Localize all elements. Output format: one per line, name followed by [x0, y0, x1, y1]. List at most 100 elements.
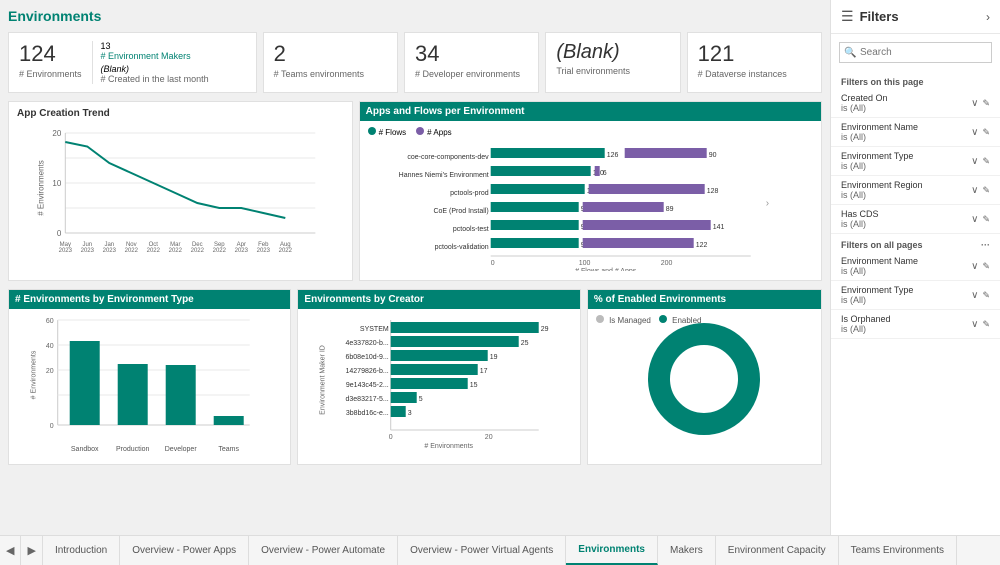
svg-text:Production: Production	[116, 446, 150, 453]
filter-search-area: 🔍	[839, 42, 992, 63]
app-trend-chart: 20 10 0 May 2023 Jun 2023 Jan 2023 Nov 2…	[17, 123, 344, 253]
filter-chevron-icon-2[interactable]: ∨	[971, 127, 978, 138]
svg-text:20: 20	[52, 129, 61, 138]
filter-all-env-type-label: Environment Type	[841, 285, 913, 295]
env-type-title: # Environments by Environment Type	[9, 290, 290, 309]
tab-overview-power-apps[interactable]: Overview - Power Apps	[120, 536, 249, 565]
kpi-card-trial: (Blank) Trial environments	[545, 32, 680, 93]
kpi-label-environments: # Environments	[19, 69, 82, 79]
donut-chart: — 124 (100%)	[644, 319, 764, 439]
filter-edit-icon-3[interactable]: ✎	[982, 156, 990, 167]
filter-chevron-icon-8[interactable]: ∨	[971, 319, 978, 330]
svg-text:2023: 2023	[103, 248, 117, 253]
svg-text:›: ›	[765, 198, 768, 209]
svg-text:2022: 2022	[169, 248, 183, 253]
filter-chevron-icon-5[interactable]: ∨	[971, 214, 978, 225]
svg-text:3b8bd16c-e...: 3b8bd16c-e...	[346, 410, 389, 417]
filter-edit-icon-4[interactable]: ✎	[982, 185, 990, 196]
tab-overview-power-automate[interactable]: Overview - Power Automate	[249, 536, 398, 565]
tab-overview-power-virtual-agents[interactable]: Overview - Power Virtual Agents	[398, 536, 566, 565]
all-pages-menu-icon[interactable]: ···	[981, 240, 990, 250]
filter-header: ☰ Filters ›	[831, 0, 1000, 34]
kpi-card-developer: 34 # Developer environments	[404, 32, 539, 93]
filter-edit-icon-2[interactable]: ✎	[982, 127, 990, 138]
kpi-sub-blank-label: # Created in the last month	[101, 74, 209, 84]
svg-text:pctools-test: pctools-test	[453, 226, 489, 233]
filter-has-cds-sub: is (All)	[841, 219, 879, 229]
svg-text:# Environments: # Environments	[36, 160, 45, 216]
svg-text:60: 60	[46, 318, 54, 325]
filter-edit-icon-6[interactable]: ✎	[982, 261, 990, 272]
svg-text:128: 128	[706, 188, 718, 195]
svg-text:20: 20	[485, 434, 493, 441]
tab-environment-capacity[interactable]: Environment Capacity	[716, 536, 839, 565]
tab-prev-button[interactable]: ◀	[0, 536, 21, 565]
legend-flows: # Flows	[379, 128, 407, 137]
kpi-label-teams: # Teams environments	[274, 69, 387, 79]
filter-edit-icon-5[interactable]: ✎	[982, 214, 990, 225]
kpi-number-environments: 124	[19, 41, 82, 67]
tab-teams-environments[interactable]: Teams Environments	[839, 536, 957, 565]
svg-text:# Environments: # Environments	[425, 443, 474, 450]
svg-text:89: 89	[665, 206, 673, 213]
search-input[interactable]	[839, 42, 992, 63]
svg-text:2023: 2023	[81, 248, 95, 253]
svg-text:17: 17	[480, 368, 488, 375]
filter-has-cds: Has CDS is (All) ∨ ✎	[831, 205, 1000, 234]
svg-text:29: 29	[541, 326, 549, 333]
svg-text:coe-core-components-dev: coe-core-components-dev	[407, 154, 489, 161]
filter-is-orphaned: Is Orphaned is (All) ∨ ✎	[831, 310, 1000, 339]
svg-text:90: 90	[708, 152, 716, 159]
kpi-label-developer: # Developer environments	[415, 69, 528, 79]
filter-edit-icon-1[interactable]: ✎	[982, 98, 990, 109]
svg-text:4e337820-b...: 4e337820-b...	[346, 340, 389, 347]
filter-all-env-type-sub: is (All)	[841, 295, 913, 305]
svg-text:d3e83217-5...: d3e83217-5...	[346, 396, 389, 403]
kpi-sub-makers-num: 13	[101, 41, 111, 51]
svg-text:# Environments: # Environments	[31, 350, 38, 399]
filter-chevron-icon-1[interactable]: ∨	[971, 98, 978, 109]
tab-introduction[interactable]: Introduction	[43, 536, 120, 565]
dashboard: Environments 124 # Environments 13# Envi…	[0, 0, 830, 535]
apps-flows-chart: coe-core-components-dev Hannes Niemi's E…	[368, 141, 813, 271]
filter-env-region: Environment Region is (All) ∨ ✎	[831, 176, 1000, 205]
svg-text:Developer: Developer	[165, 446, 198, 453]
filter-chevron-icon-4[interactable]: ∨	[971, 185, 978, 196]
filter-all-env-name-label: Environment Name	[841, 256, 918, 266]
svg-text:19: 19	[490, 354, 498, 361]
svg-text:0: 0	[490, 260, 494, 267]
svg-text:14279826-b...: 14279826-b...	[346, 368, 389, 375]
kpi-sub-blank: (Blank)	[101, 64, 130, 74]
svg-text:Hannes Niemi's Environment: Hannes Niemi's Environment	[398, 172, 488, 179]
svg-text:Environment Maker ID: Environment Maker ID	[320, 345, 327, 415]
pct-enabled-card: % of Enabled Environments Is Managed Ena…	[587, 289, 822, 465]
filter-created-on-sub: is (All)	[841, 103, 888, 113]
filter-edit-icon-7[interactable]: ✎	[982, 290, 990, 301]
kpi-sub-makers-link[interactable]: # Environment Makers	[101, 51, 191, 61]
svg-text:3: 3	[408, 410, 412, 417]
kpi-label-dataverse: # Dataverse instances	[698, 69, 811, 79]
kpi-number-teams: 2	[274, 41, 387, 67]
filter-chevron-icon-6[interactable]: ∨	[971, 261, 978, 272]
filter-all-env-type: Environment Type is (All) ∨ ✎	[831, 281, 1000, 310]
app-trend-title: App Creation Trend	[17, 108, 344, 119]
svg-text:2022: 2022	[125, 248, 139, 253]
filter-chevron-icon-3[interactable]: ∨	[971, 156, 978, 167]
page-filters-label: Filters on this page	[831, 71, 1000, 89]
filter-env-name-label: Environment Name	[841, 122, 918, 132]
pct-enabled-title: % of Enabled Environments	[588, 290, 821, 309]
filter-panel: ☰ Filters › 🔍 Filters on this page Creat…	[830, 0, 1000, 535]
apps-flows-title: Apps and Flows per Environment	[360, 102, 821, 121]
tab-environments[interactable]: Environments	[566, 536, 658, 565]
filter-chevron-icon-7[interactable]: ∨	[971, 290, 978, 301]
apps-flows-card: Apps and Flows per Environment # Flows #…	[359, 101, 822, 281]
filter-env-type-label: Environment Type	[841, 151, 913, 161]
svg-text:0: 0	[389, 434, 393, 441]
tab-makers[interactable]: Makers	[658, 536, 716, 565]
filter-arrow-icon[interactable]: ›	[986, 10, 990, 24]
filter-env-region-label: Environment Region	[841, 180, 923, 190]
filter-edit-icon-8[interactable]: ✎	[982, 319, 990, 330]
page-title: Environments	[8, 8, 822, 24]
tab-next-button[interactable]: ▶	[21, 536, 42, 565]
filter-env-name-sub: is (All)	[841, 132, 918, 142]
